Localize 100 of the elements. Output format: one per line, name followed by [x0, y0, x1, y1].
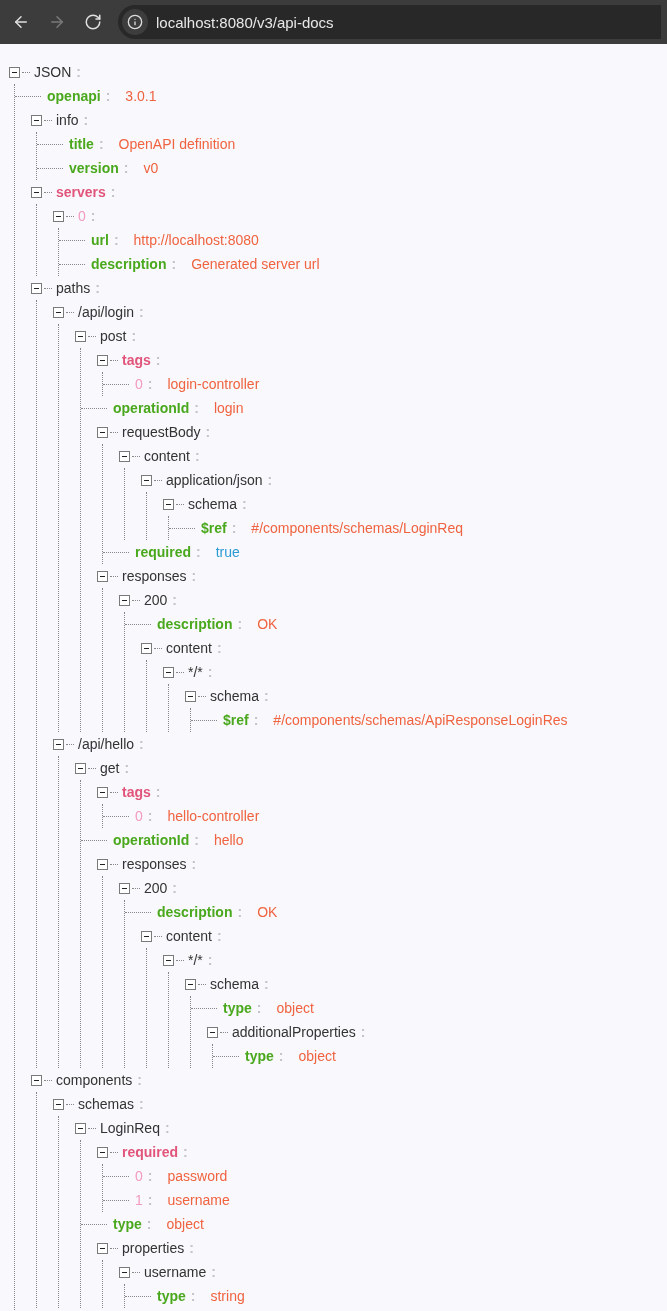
collapse-toggle[interactable] [97, 786, 108, 798]
json-key: schema [210, 688, 260, 704]
key-separator: : [253, 712, 259, 728]
collapse-toggle[interactable] [141, 930, 152, 942]
json-key: description [157, 904, 233, 920]
collapse-toggle[interactable] [75, 1122, 86, 1134]
key-separator: : [124, 760, 130, 776]
json-value: string [210, 1288, 245, 1304]
json-key: get [100, 760, 120, 776]
json-key: post [100, 328, 127, 344]
json-key: /api/login [78, 304, 135, 320]
info-icon[interactable] [122, 9, 148, 35]
key-separator: : [231, 520, 237, 536]
key-separator: : [172, 880, 178, 896]
key-separator: : [98, 136, 104, 152]
key-separator: : [164, 1120, 170, 1136]
collapse-toggle[interactable] [53, 306, 64, 318]
key-separator: : [147, 1192, 153, 1208]
collapse-toggle[interactable] [97, 354, 108, 366]
collapse-toggle[interactable] [119, 450, 130, 462]
json-value: login [213, 400, 244, 416]
key-separator: : [172, 592, 178, 608]
json-value: object [298, 1048, 336, 1064]
json-key: application/json [166, 472, 263, 488]
json-value: 3.0.1 [125, 88, 157, 104]
key-separator: : [147, 376, 153, 392]
key-separator: : [105, 88, 111, 104]
json-key: requestBody [122, 424, 201, 440]
json-key: schema [210, 976, 260, 992]
json-key: type [245, 1048, 274, 1064]
json-value: OK [257, 904, 278, 920]
key-separator: : [191, 568, 197, 584]
collapse-toggle[interactable] [31, 114, 42, 126]
collapse-toggle[interactable] [185, 978, 196, 990]
collapse-toggle[interactable] [97, 426, 108, 438]
json-key: $ref [201, 520, 227, 536]
json-key: url [91, 232, 109, 248]
json-key: operationId [113, 832, 190, 848]
collapse-toggle[interactable] [207, 1026, 218, 1038]
key-separator: : [137, 1072, 142, 1088]
key-separator: : [264, 688, 269, 704]
json-value: true [215, 544, 240, 560]
json-key: */* [188, 664, 203, 680]
json-value: login-controller [167, 376, 260, 392]
collapse-toggle[interactable] [163, 954, 174, 966]
key-separator: : [95, 280, 100, 296]
url-text: localhost:8080/v3/api-docs [156, 13, 334, 31]
collapse-toggle[interactable] [53, 738, 64, 750]
collapse-toggle[interactable] [53, 210, 64, 222]
collapse-toggle[interactable] [141, 642, 152, 654]
collapse-toggle[interactable] [97, 858, 108, 870]
key-separator: : [171, 256, 177, 272]
key-separator: : [155, 352, 161, 368]
key-separator: : [242, 496, 247, 512]
key-separator: : [76, 64, 81, 80]
collapse-toggle[interactable] [185, 690, 196, 702]
key-separator: : [194, 448, 200, 464]
collapse-toggle[interactable] [75, 330, 86, 342]
collapse-toggle[interactable] [141, 474, 152, 486]
collapse-toggle[interactable] [119, 882, 130, 894]
collapse-toggle[interactable] [97, 1146, 108, 1158]
json-key: type [223, 1000, 252, 1016]
key-separator: : [211, 1264, 216, 1280]
key-separator: : [183, 1144, 188, 1160]
collapse-toggle[interactable] [119, 594, 130, 606]
json-value: object [276, 1000, 314, 1016]
json-key: 200 [144, 592, 168, 608]
key-separator: : [196, 544, 201, 560]
collapse-toggle[interactable] [119, 1266, 130, 1278]
collapse-toggle[interactable] [163, 666, 174, 678]
json-key: $ref [223, 712, 249, 728]
key-separator: : [267, 472, 273, 488]
json-key: description [157, 616, 233, 632]
address-bar[interactable]: localhost:8080/v3/api-docs [118, 5, 661, 39]
json-key: 0 [135, 808, 143, 824]
key-separator: : [83, 112, 89, 128]
collapse-toggle[interactable] [31, 282, 42, 294]
key-separator: : [237, 904, 243, 920]
collapse-toggle[interactable] [97, 1242, 108, 1254]
collapse-toggle[interactable] [31, 1074, 42, 1086]
collapse-toggle[interactable] [53, 1098, 64, 1110]
json-key: info [56, 112, 79, 128]
collapse-toggle[interactable] [9, 66, 20, 78]
key-separator: : [264, 976, 269, 992]
collapse-toggle[interactable] [75, 762, 86, 774]
json-key: responses [122, 856, 187, 872]
json-key: 0 [135, 1168, 143, 1184]
json-value: username [167, 1192, 230, 1208]
key-separator: : [207, 952, 213, 968]
key-separator: : [139, 736, 144, 752]
json-key: servers [56, 184, 106, 200]
json-key: responses [122, 568, 187, 584]
collapse-toggle[interactable] [97, 570, 108, 582]
json-key: schemas [78, 1096, 135, 1112]
key-separator: : [256, 1000, 262, 1016]
json-key: content [166, 640, 212, 656]
json-key: openapi [47, 88, 101, 104]
collapse-toggle[interactable] [31, 186, 42, 198]
json-value: hello-controller [167, 808, 260, 824]
collapse-toggle[interactable] [163, 498, 174, 510]
